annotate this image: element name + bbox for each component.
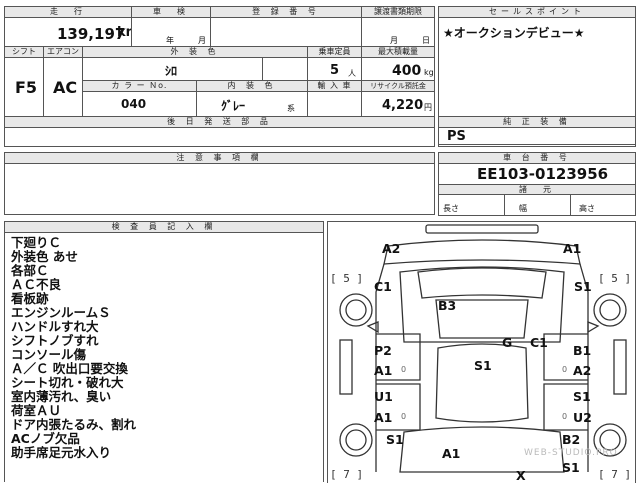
inspection-month-suffix: 月 [198,36,206,45]
inspector-note: シフトノブすれ [11,333,99,348]
inspector-note: Ａ／Ｃ 吹出口要交換 [11,361,128,376]
damage-label: A2 [382,241,401,256]
inspector-note: エンジンルームＳ [11,305,111,320]
damage-label: B2 [562,432,581,447]
inspector-note: ＡＣ不良 [11,277,62,292]
damage-label: A1 [563,241,582,256]
inspector-note: 看板跡 [11,291,49,306]
color-no-cell: 040 [82,91,197,117]
interior-color-suffix: 系 [287,104,295,113]
chassis-number: EE103-0123956 [477,165,609,183]
height-cell: 高さ [570,194,636,216]
tire-depth-rear-right: [ 7 ] [598,468,632,481]
chassis-box: EE103-0123956 [438,163,636,185]
height-label: 高さ [579,204,595,213]
width-label: 幅 [519,204,527,213]
damage-label: B3 [438,298,457,313]
shift-cell: F5 [4,57,44,117]
mileage-cell: 139,197 km [4,17,132,47]
damage-label: A1 [442,446,461,461]
damage-label: S1 [474,358,492,373]
capacity-unit: 人 [348,69,356,78]
caution-box [4,163,435,215]
inspector-note: 荷室ＡＵ [11,403,62,418]
damage-label: B1 [573,343,592,358]
damage-label: S1 [573,389,591,404]
damage-label: S1 [562,460,580,475]
damage-label: S1 [386,432,404,447]
color-no-value: 040 [121,97,147,111]
zero-mark: 0 [562,365,568,374]
damage-label: C1 [530,335,548,350]
tire-depth-front-left: [ 5 ] [330,272,364,285]
damage-label: G [502,335,513,350]
recycle-value: 4,220 [382,98,424,113]
damage-label: P2 [374,343,392,358]
import-cell [307,91,362,117]
mileage-value: 139,197 [57,25,126,43]
length-label: 長さ [443,204,459,213]
recycle-cell: 4,220 円 [361,91,435,117]
inspector-note: シート切れ・破れ大 [11,375,124,390]
tire-depth-rear-left: [ 7 ] [330,468,364,481]
exterior-color-extra [262,57,308,81]
aircon-cell: AC [43,57,83,117]
genuine-equipment-value: PS [447,129,466,144]
transfer-month-suffix: 月 [390,36,398,45]
inspection-year-suffix: 年 [166,36,174,45]
inspector-note: ACノブ欠品 [11,431,80,446]
inspector-note: 外装色 あせ [11,249,78,264]
inspector-note: 助手席足元水入り [11,445,112,460]
zero-mark: 0 [401,365,407,374]
inspector-note: 室内薄汚れ、臭い [11,389,112,404]
interior-color-cell: ｸﾞﾚｰ 系 [196,91,308,117]
max-load-value: 400 [392,63,422,79]
zero-mark: 0 [401,412,407,421]
later-docs-box [4,127,435,147]
aircon-value: AC [53,78,78,97]
inspector-note: ハンドルすれ大 [11,319,99,334]
damage-label: U1 [374,389,393,404]
capacity-value: 5 [330,63,340,78]
tire-depth-front-right: [ 5 ] [598,272,632,285]
inspector-notes-box: 下廻りＣ 外装色 あせ 各部Ｃ ＡＣ不良 看板跡 エンジンルームＳ ハンドルすれ… [4,232,324,482]
damage-label: S1 [574,279,592,294]
capacity-cell: 5 人 [307,57,362,81]
damage-label: X [516,468,526,483]
damage-label: U2 [573,410,592,425]
damage-label: A1 [374,410,393,425]
shift-value: F5 [15,78,38,97]
mileage-unit: km [117,25,131,40]
damage-label: A2 [573,363,592,378]
length-cell: 長さ [438,194,505,216]
exterior-color-value: ｼﾛ [165,64,178,78]
interior-color-value: ｸﾞﾚｰ [221,99,246,113]
inspection-cell: 年 月 [131,17,211,47]
registration-cell [210,17,362,47]
inspector-note: コンソール傷 [11,347,87,362]
width-cell: 幅 [504,194,571,216]
inspector-note: 下廻りＣ [11,235,62,250]
recycle-unit: 円 [424,103,432,112]
max-load-cell: 400 kg [361,57,435,81]
damage-label: C1 [374,279,392,294]
car-damage-diagram: [ 5 ] [ 5 ] [ 7 ] [ 7 ] A2 A1 C1 S1 B3 G… [327,221,636,483]
damage-label: A1 [374,363,393,378]
sales-point-text: ★オークションデビュー★ [443,26,585,40]
transfer-deadline-cell: 月 日 [361,17,435,47]
inspector-note: 各部Ｃ [11,263,49,278]
exterior-color-cell: ｼﾛ [82,57,263,81]
inspector-note: ドア内張たるみ、割れ [11,417,137,432]
transfer-day-suffix: 日 [422,36,430,45]
max-load-unit: kg [424,68,434,77]
genuine-equipment-box: PS [438,127,636,147]
watermark: WEB-STUDIO.PRO [524,448,618,458]
zero-mark: 0 [562,412,568,421]
